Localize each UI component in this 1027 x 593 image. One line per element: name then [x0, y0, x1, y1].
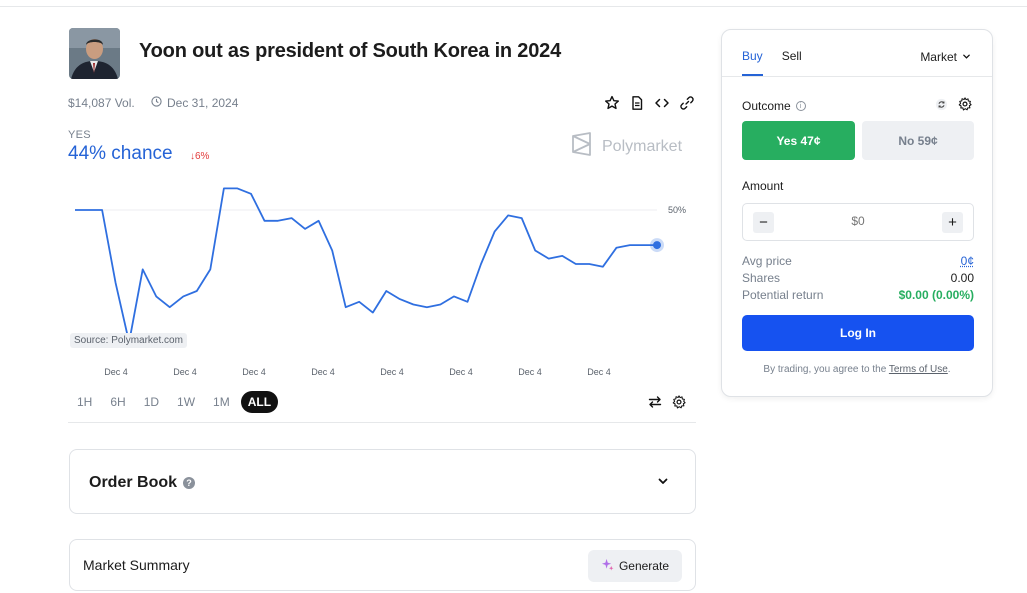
- price-chart[interactable]: 50% Dec 4 Dec 4 Dec 4 Dec 4 Dec 4 Dec 4 Dec 4 De…: [60, 175, 700, 385]
- end-date-label: Dec 31, 2024: [167, 96, 239, 110]
- x-tick-label: Dec 4: [518, 367, 542, 377]
- section-divider: [68, 422, 696, 423]
- generate-button[interactable]: Generate: [587, 550, 682, 582]
- swap-icon[interactable]: [648, 395, 662, 414]
- volume-text: $14,087 Vol.: [68, 96, 135, 110]
- range-6h[interactable]: 6H: [103, 391, 132, 413]
- last-point-marker: [653, 241, 661, 250]
- source-label: Source: Polymarket.com: [70, 333, 187, 348]
- time-range-selector: 1H 6H 1D 1W 1M ALL: [70, 391, 282, 413]
- shares-label: Shares: [742, 271, 781, 285]
- avg-price-value[interactable]: 0¢: [961, 254, 974, 271]
- x-tick-label: Dec 4: [242, 367, 266, 377]
- trade-tabs: Buy Sell: [742, 49, 802, 76]
- x-tick-label: Dec 4: [173, 367, 197, 377]
- chance-text: 44% chance: [68, 143, 173, 164]
- settings-gear-icon[interactable]: [958, 97, 972, 116]
- chevron-down-icon[interactable]: [657, 474, 669, 492]
- amount-label: Amount: [742, 179, 784, 193]
- potential-return-row: Potential return $0.00 (0.00%): [742, 288, 974, 305]
- trade-panel: Buy Sell Market Outcome i Yes 47¢ No 59¢…: [721, 29, 993, 397]
- trade-stats: Avg price 0¢ Shares 0.00 Potential retur…: [742, 254, 974, 305]
- range-1m[interactable]: 1M: [206, 391, 237, 413]
- refresh-icon[interactable]: [935, 98, 948, 116]
- decrease-amount-button[interactable]: −: [753, 212, 774, 233]
- amount-input[interactable]: [783, 214, 933, 228]
- tab-buy[interactable]: Buy: [742, 49, 763, 76]
- polymarket-brand: Polymarket: [570, 132, 682, 161]
- end-date: Dec 31, 2024: [151, 96, 238, 110]
- tab-sell[interactable]: Sell: [782, 49, 802, 76]
- polymarket-logo-icon: [570, 132, 594, 161]
- change-value: 6%: [195, 151, 210, 162]
- generate-label: Generate: [618, 559, 669, 573]
- chart-tools: [648, 395, 686, 414]
- outcome-label: YES: [68, 129, 91, 141]
- market-summary-title: Market Summary: [83, 557, 190, 573]
- no-outcome-button[interactable]: No 59¢: [862, 121, 974, 160]
- order-type-label: Market: [920, 50, 957, 64]
- potential-return-label: Potential return: [742, 288, 824, 302]
- change-indicator: ↓6%: [190, 151, 209, 162]
- order-book-title: Order Book: [89, 474, 178, 491]
- terms-of-use-link[interactable]: Terms of Use: [889, 364, 948, 375]
- shares-value: 0.00: [950, 271, 974, 285]
- outcome-heading: Outcome i: [742, 99, 806, 113]
- panel-divider: [722, 76, 992, 77]
- info-icon[interactable]: i: [795, 101, 806, 111]
- avg-price-row: Avg price 0¢: [742, 254, 974, 271]
- outcome-label: Outcome: [742, 99, 791, 113]
- market-image: [69, 28, 120, 79]
- y-tick-label: 50%: [668, 205, 686, 215]
- increase-amount-button[interactable]: +: [942, 212, 963, 233]
- link-icon[interactable]: [678, 94, 695, 111]
- x-tick-label: Dec 4: [380, 367, 404, 377]
- login-button[interactable]: Log In: [742, 315, 974, 351]
- top-divider: [0, 6, 1027, 7]
- order-type-select[interactable]: Market: [920, 50, 971, 64]
- document-icon[interactable]: [628, 94, 645, 111]
- brand-label: Polymarket: [602, 137, 683, 155]
- avg-price-label: Avg price: [742, 254, 792, 268]
- range-1d[interactable]: 1D: [137, 391, 166, 413]
- outcome-tools: [935, 97, 972, 116]
- range-all[interactable]: ALL: [240, 391, 279, 413]
- chart-settings-gear-icon[interactable]: [672, 395, 686, 414]
- amount-field: − +: [742, 203, 974, 241]
- x-tick-label: Dec 4: [311, 367, 335, 377]
- embed-code-icon[interactable]: [653, 94, 670, 111]
- yes-outcome-button[interactable]: Yes 47¢: [742, 121, 855, 160]
- chevron-down-icon: [962, 50, 971, 64]
- range-1h[interactable]: 1H: [70, 391, 99, 413]
- terms-suffix: .: [947, 364, 951, 375]
- star-icon[interactable]: [603, 94, 620, 111]
- x-tick-label: Dec 4: [449, 367, 473, 377]
- market-actions: [603, 94, 695, 111]
- series-line: [75, 187, 657, 344]
- market-summary-panel: Market Summary Generate: [69, 539, 696, 591]
- order-book-panel[interactable]: Order Book ?: [69, 449, 696, 514]
- terms-prefix: By trading, you agree to the: [763, 364, 889, 375]
- market-title: Yoon out as president of South Korea in …: [139, 40, 562, 62]
- range-1w[interactable]: 1W: [170, 391, 202, 413]
- x-tick-label: Dec 4: [104, 367, 128, 377]
- help-icon[interactable]: ?: [183, 477, 196, 489]
- order-book-heading: Order Book ?: [89, 474, 196, 492]
- clock-icon: [151, 96, 162, 110]
- terms-notice: By trading, you agree to the Terms of Us…: [722, 364, 992, 375]
- x-tick-label: Dec 4: [587, 367, 611, 377]
- sparkle-icon: [601, 558, 614, 574]
- shares-row: Shares 0.00: [742, 271, 974, 288]
- potential-return-value: $0.00 (0.00%): [898, 288, 974, 302]
